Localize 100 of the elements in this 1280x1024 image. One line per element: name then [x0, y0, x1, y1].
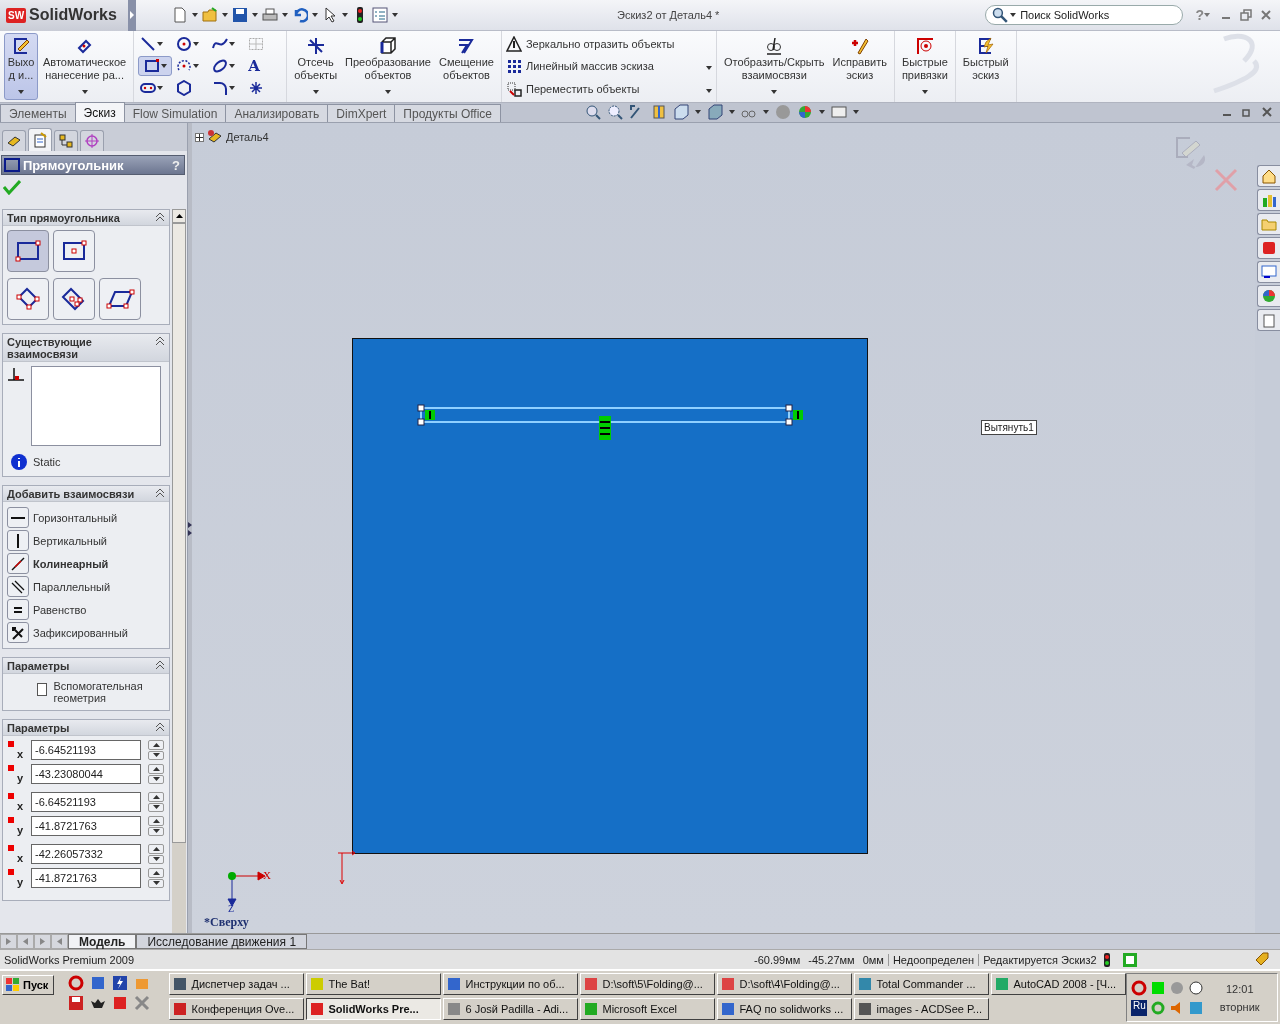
dropdown-arrow-icon[interactable]: [312, 13, 318, 17]
task-pane-tab[interactable]: [1257, 261, 1280, 283]
taskbar-button[interactable]: SolidWorks Pre...: [306, 998, 442, 1020]
dropdown-arrow-icon[interactable]: [157, 42, 164, 46]
dropdown-arrow-icon[interactable]: [705, 66, 712, 71]
ribbon-button[interactable]: Смещение объектов: [435, 33, 497, 100]
start-button[interactable]: Пуск: [2, 975, 54, 995]
model-tab[interactable]: Исследование движения 1: [136, 934, 308, 949]
ribbon-list-button[interactable]: Переместить объекты: [505, 78, 712, 99]
cursor-icon[interactable]: [322, 7, 338, 23]
new-document-icon[interactable]: [172, 7, 188, 23]
collapse-icon[interactable]: [155, 722, 165, 732]
taskbar-button[interactable]: 6 Josй Padilla - Adi...: [443, 998, 579, 1020]
language-indicator[interactable]: Ru: [1131, 999, 1148, 1016]
save-icon[interactable]: [232, 7, 248, 23]
sketch-tool-button[interactable]: [138, 56, 173, 76]
ribbon-button[interactable]: Быстрые привязки: [898, 33, 951, 100]
taskbar-button[interactable]: D:\soft\5\Folding@...: [580, 973, 716, 995]
manager-tab[interactable]: [28, 128, 52, 151]
ribbon-button[interactable]: Автоматическое нанесение ра...: [40, 33, 130, 100]
spin-up-button[interactable]: [148, 844, 164, 854]
dropdown-arrow-icon[interactable]: [763, 110, 770, 114]
restore-icon[interactable]: [1240, 9, 1252, 21]
spin-up-button[interactable]: [148, 764, 164, 774]
dropdown-arrow-icon[interactable]: [193, 64, 200, 68]
ribbon-button[interactable]: Отсечь объекты: [291, 33, 341, 100]
taskbar-button[interactable]: Microsoft Excel: [580, 998, 716, 1020]
manager-tab[interactable]: [54, 130, 78, 151]
dropdown-arrow-icon[interactable]: [160, 64, 167, 68]
spin-up-button[interactable]: [148, 816, 164, 826]
dropdown-arrow-icon[interactable]: [18, 90, 24, 94]
dropdown-arrow-icon[interactable]: [229, 42, 236, 46]
command-tab[interactable]: Продукты Office: [394, 104, 502, 122]
dropdown-arrow-icon[interactable]: [819, 110, 826, 114]
search-input[interactable]: Поиск SolidWorks: [1018, 8, 1177, 22]
coordinate-field[interactable]: -41.8721763: [31, 868, 141, 888]
checklist-icon[interactable]: [372, 7, 388, 23]
command-tab[interactable]: Эскиз: [74, 102, 125, 122]
taskbar-button[interactable]: Инструкции по об...: [443, 973, 579, 995]
zoom-fit-icon[interactable]: [585, 104, 602, 120]
ribbon-list-button[interactable]: Зеркально отразить объекты: [505, 34, 712, 55]
checkbox[interactable]: [37, 683, 48, 696]
scrollbar[interactable]: [172, 209, 186, 933]
collapse-icon[interactable]: [155, 336, 165, 346]
tree-root-item[interactable]: Деталь4: [226, 131, 269, 143]
coordinate-field[interactable]: -6.64521193: [31, 740, 141, 760]
rectangle-type-button[interactable]: [7, 278, 49, 320]
relation-button[interactable]: Колинеарный: [7, 552, 165, 575]
taskbar-button[interactable]: images - ACDSee P...: [854, 998, 990, 1020]
scene-icon[interactable]: [797, 104, 814, 120]
spin-up-button[interactable]: [148, 792, 164, 802]
command-tab[interactable]: Flow Simulation: [123, 104, 227, 122]
save-icon[interactable]: [68, 995, 84, 1011]
dropdown-arrow-icon[interactable]: [192, 13, 198, 17]
relation-button[interactable]: Равенство: [7, 598, 165, 621]
lightning-icon[interactable]: [112, 975, 128, 991]
close-icon[interactable]: [1262, 107, 1272, 117]
ribbon-button[interactable]: Исправить эскиз: [829, 33, 890, 100]
dropdown-arrow-icon[interactable]: [342, 13, 348, 17]
command-tab[interactable]: Элементы: [0, 104, 76, 122]
dropdown-arrow-icon[interactable]: [229, 86, 236, 90]
ribbon-button[interactable]: Отобразить/Скрыть взаимосвязи: [720, 33, 828, 100]
undo-icon[interactable]: [292, 7, 308, 23]
relation-button[interactable]: Вертикальный: [7, 529, 165, 552]
section-header[interactable]: Существующие взаимосвязи: [3, 334, 169, 362]
section-header[interactable]: Параметры: [3, 658, 169, 674]
opera-icon[interactable]: [68, 975, 84, 991]
relation-button[interactable]: Горизонтальный: [7, 506, 165, 529]
command-tab[interactable]: Анализировать: [225, 104, 329, 122]
taskbar-button[interactable]: AutoCAD 2008 - [Ч...: [991, 973, 1127, 995]
dropdown-arrow-icon[interactable]: [222, 13, 228, 17]
dropdown-arrow-icon[interactable]: [1010, 13, 1017, 17]
coordinate-field[interactable]: -41.8721763: [31, 816, 141, 836]
spin-up-button[interactable]: [148, 740, 164, 750]
taskbar-button[interactable]: FAQ по solidworks ...: [717, 998, 853, 1020]
close-icon[interactable]: [1260, 9, 1272, 21]
help-icon[interactable]: [1122, 952, 1137, 967]
taskbar-button[interactable]: Конференция Ove...: [169, 998, 305, 1020]
section-header[interactable]: Добавить взаимосвязи: [3, 486, 169, 502]
sketch-tool-button[interactable]: [174, 34, 202, 54]
restore-icon[interactable]: [1242, 107, 1252, 117]
manager-tab[interactable]: [80, 130, 104, 151]
tag-icon[interactable]: [1254, 950, 1270, 967]
rectangle-type-button[interactable]: [53, 230, 95, 272]
collapse-icon[interactable]: [155, 212, 165, 222]
search-field[interactable]: Поиск SolidWorks: [985, 5, 1184, 25]
dropdown-arrow-icon[interactable]: [705, 88, 712, 93]
expand-icon[interactable]: [195, 132, 204, 142]
rectangle-type-button[interactable]: [99, 278, 141, 320]
section-view-icon[interactable]: [651, 104, 668, 120]
spin-up-button[interactable]: [148, 868, 164, 878]
dropdown-arrow-icon[interactable]: [729, 110, 736, 114]
spin-down-button[interactable]: [148, 854, 164, 864]
section-header[interactable]: Тип прямоугольника: [3, 210, 169, 226]
relation-button[interactable]: Зафиксированный: [7, 621, 165, 644]
view-settings-icon[interactable]: [831, 104, 848, 120]
zoom-area-icon[interactable]: [607, 104, 624, 120]
rectangle-type-button[interactable]: [7, 230, 49, 272]
dropdown-arrow-icon[interactable]: [193, 42, 200, 46]
coordinate-field[interactable]: -42.26057332: [31, 844, 141, 864]
